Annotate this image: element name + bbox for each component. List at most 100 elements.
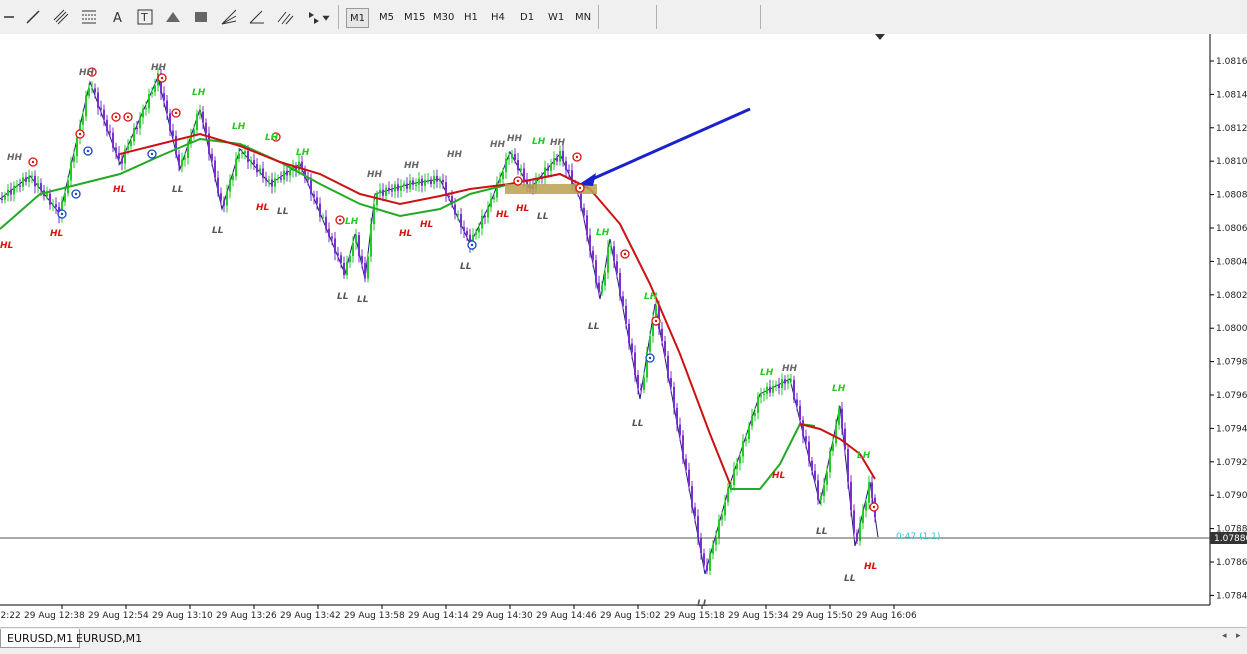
timeframe-m5-button[interactable]: M5 bbox=[376, 8, 397, 26]
time-label: 29 Aug 14:46 bbox=[536, 611, 597, 621]
time-label: 29 Aug 15:34 bbox=[728, 611, 789, 621]
bear-candle bbox=[796, 399, 798, 406]
bull-candle bbox=[184, 157, 186, 160]
svg-text:T: T bbox=[140, 11, 148, 24]
chart-canvas[interactable]: 1.08165 1.08145 1.08125 1.08105 1.08085 1.080… bbox=[0, 34, 1247, 627]
bear-candle bbox=[115, 147, 117, 154]
bull-candle bbox=[757, 396, 759, 413]
swing-label-hl: HL bbox=[496, 210, 510, 220]
timeframe-d1-button[interactable]: D1 bbox=[517, 8, 537, 26]
bull-candle bbox=[82, 116, 84, 125]
bear-candle bbox=[571, 170, 573, 185]
price-chart[interactable]: 1.08165 1.08145 1.08125 1.08105 1.08085 1.080… bbox=[0, 34, 1247, 627]
bull-candle bbox=[238, 153, 240, 159]
channel-tool-icon[interactable] bbox=[50, 6, 72, 28]
swing-label-ll: LL bbox=[632, 419, 644, 429]
swing-point-dot bbox=[74, 192, 78, 196]
timeframe-h4-button[interactable]: H4 bbox=[488, 8, 508, 26]
swing-label-lh: LH bbox=[265, 133, 279, 143]
bear-candle bbox=[634, 352, 636, 376]
bull-candle bbox=[88, 88, 90, 96]
bull-candle bbox=[715, 537, 717, 545]
bull-candle bbox=[610, 246, 612, 248]
chart-tab-bar: EURUSD,M1 EURUSD,M1 ◂ ▸ bbox=[0, 627, 1247, 654]
timeframe-mn-button[interactable]: MN bbox=[572, 8, 594, 26]
bear-candle bbox=[106, 119, 108, 132]
tab-scroll-right-icon[interactable]: ▸ bbox=[1236, 631, 1241, 641]
text-label-tool-icon[interactable]: T bbox=[134, 6, 156, 28]
swing-label-lh: LH bbox=[532, 137, 546, 147]
bear-candle bbox=[214, 160, 216, 178]
bear-candle bbox=[253, 160, 255, 165]
swing-point-dot bbox=[516, 179, 520, 183]
bear-candle bbox=[769, 386, 771, 393]
triangle-tool-icon[interactable] bbox=[162, 6, 184, 28]
bull-candle bbox=[502, 171, 504, 180]
text-tool-icon[interactable]: A bbox=[106, 6, 128, 28]
line-tool-icon[interactable] bbox=[22, 6, 44, 28]
angle-tool-icon[interactable] bbox=[246, 6, 268, 28]
swing-label-hl: HL bbox=[113, 185, 127, 195]
bull-candle bbox=[13, 185, 15, 195]
swing-label-lh: LH bbox=[760, 368, 774, 378]
swing-label-hl: HL bbox=[516, 204, 530, 214]
swing-label-hl: HL bbox=[0, 241, 14, 251]
bear-candle bbox=[586, 215, 588, 236]
bear-candle bbox=[112, 132, 114, 148]
bear-candle bbox=[691, 486, 693, 508]
bull-candle bbox=[130, 141, 132, 147]
bear-candle bbox=[871, 482, 873, 498]
bull-candle bbox=[244, 151, 246, 154]
bull-candle bbox=[31, 175, 33, 177]
chevron-down-icon[interactable] bbox=[320, 6, 332, 28]
bull-candle bbox=[721, 515, 723, 520]
bull-candle bbox=[241, 153, 243, 155]
timeframe-m15-button[interactable]: M15 bbox=[401, 8, 428, 26]
timeframe-m1-button[interactable]: M1 bbox=[346, 8, 369, 28]
swing-label-hl: HL bbox=[256, 203, 270, 213]
bull-candle bbox=[28, 176, 30, 182]
bull-candle bbox=[607, 247, 609, 273]
time-label: 29 Aug 12:54 bbox=[88, 611, 149, 621]
chart-tab-eurusd-m1-active[interactable]: EURUSD,M1 bbox=[0, 629, 81, 648]
bull-candle bbox=[418, 178, 420, 185]
price-label: 1.07965 bbox=[1216, 391, 1247, 401]
bear-candle bbox=[34, 175, 36, 187]
swing-label-lh: LH bbox=[596, 228, 610, 238]
swing-label-hl: HL bbox=[772, 471, 786, 481]
fibonacci-tool-icon[interactable] bbox=[78, 6, 100, 28]
swing-label-hh: HH bbox=[7, 153, 23, 163]
timeframe-h1-button[interactable]: H1 bbox=[461, 8, 481, 26]
bull-candle bbox=[139, 117, 141, 129]
tab-scroll-left-icon[interactable]: ◂ bbox=[1222, 631, 1227, 641]
bear-candle bbox=[172, 130, 174, 136]
parallel-lines-tool-icon[interactable] bbox=[274, 6, 296, 28]
swing-label-hh: HH bbox=[490, 140, 506, 150]
bear-candle bbox=[334, 238, 336, 254]
bull-candle bbox=[229, 180, 231, 192]
cursor-tool-icon[interactable] bbox=[0, 6, 22, 28]
timeframe-w1-button[interactable]: W1 bbox=[545, 8, 567, 26]
rectangle-tool-icon[interactable] bbox=[190, 6, 212, 28]
swing-label-hl: HL bbox=[864, 562, 878, 572]
timeframe-m30-button[interactable]: M30 bbox=[430, 8, 457, 26]
bull-candle bbox=[409, 180, 411, 189]
bear-candle bbox=[247, 151, 249, 163]
chart-tab-eurusd-m1[interactable]: EURUSD,M1 bbox=[70, 629, 148, 647]
bull-candle bbox=[493, 197, 495, 200]
bull-candle bbox=[511, 154, 513, 159]
swing-point-dot bbox=[150, 152, 154, 156]
bear-candle bbox=[694, 507, 696, 517]
bear-candle bbox=[313, 194, 315, 198]
bull-candle bbox=[838, 408, 840, 425]
bear-candle bbox=[397, 184, 399, 191]
fibo-fan-tool-icon[interactable] bbox=[218, 6, 240, 28]
bear-candle bbox=[685, 458, 687, 470]
candles-group bbox=[1, 67, 876, 575]
bear-candle bbox=[466, 231, 468, 235]
time-label: 29 Aug 13:58 bbox=[344, 611, 405, 621]
bull-candle bbox=[754, 412, 756, 416]
bear-candle bbox=[337, 253, 339, 256]
bear-candle bbox=[547, 167, 549, 171]
bear-candle bbox=[700, 538, 702, 554]
